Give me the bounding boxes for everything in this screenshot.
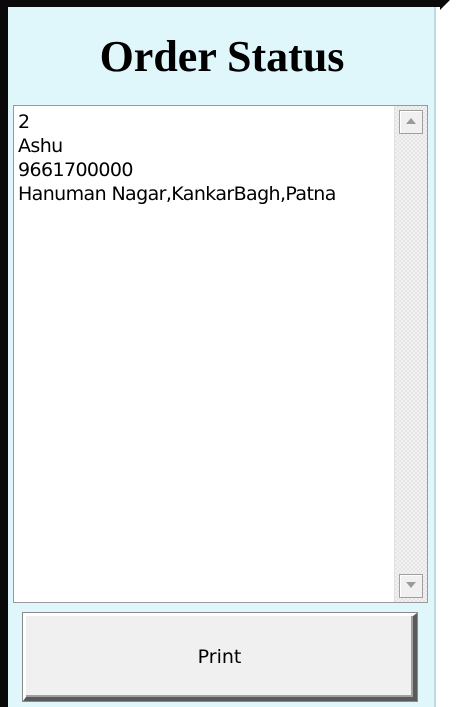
window-frame-top <box>0 0 450 10</box>
order-id-line: 2 <box>18 111 30 133</box>
customer-name-line: Ashu <box>18 135 63 157</box>
address-line: Hanuman Nagar,KankarBagh,Patna <box>18 183 336 205</box>
page-title: Order Status <box>99 32 345 81</box>
order-status-panel: Order Status 2 Ashu 9661700000 Hanuman N… <box>8 7 436 707</box>
scroll-down-button[interactable] <box>399 574 423 598</box>
order-details-textbox[interactable]: 2 Ashu 9661700000 Hanuman Nagar,KankarBa… <box>13 105 428 603</box>
vertical-scrollbar[interactable] <box>394 106 427 602</box>
order-status-window: Order Status 2 Ashu 9661700000 Hanuman N… <box>0 0 458 707</box>
phone-number-line: 9661700000 <box>18 159 133 181</box>
print-button[interactable]: Print <box>23 613 417 701</box>
scroll-down-arrow-icon <box>406 582 416 588</box>
scroll-up-button[interactable] <box>399 110 423 134</box>
scroll-up-arrow-icon <box>406 118 416 124</box>
order-details-text: 2 Ashu 9661700000 Hanuman Nagar,KankarBa… <box>18 110 396 206</box>
window-frame-left <box>0 0 8 707</box>
